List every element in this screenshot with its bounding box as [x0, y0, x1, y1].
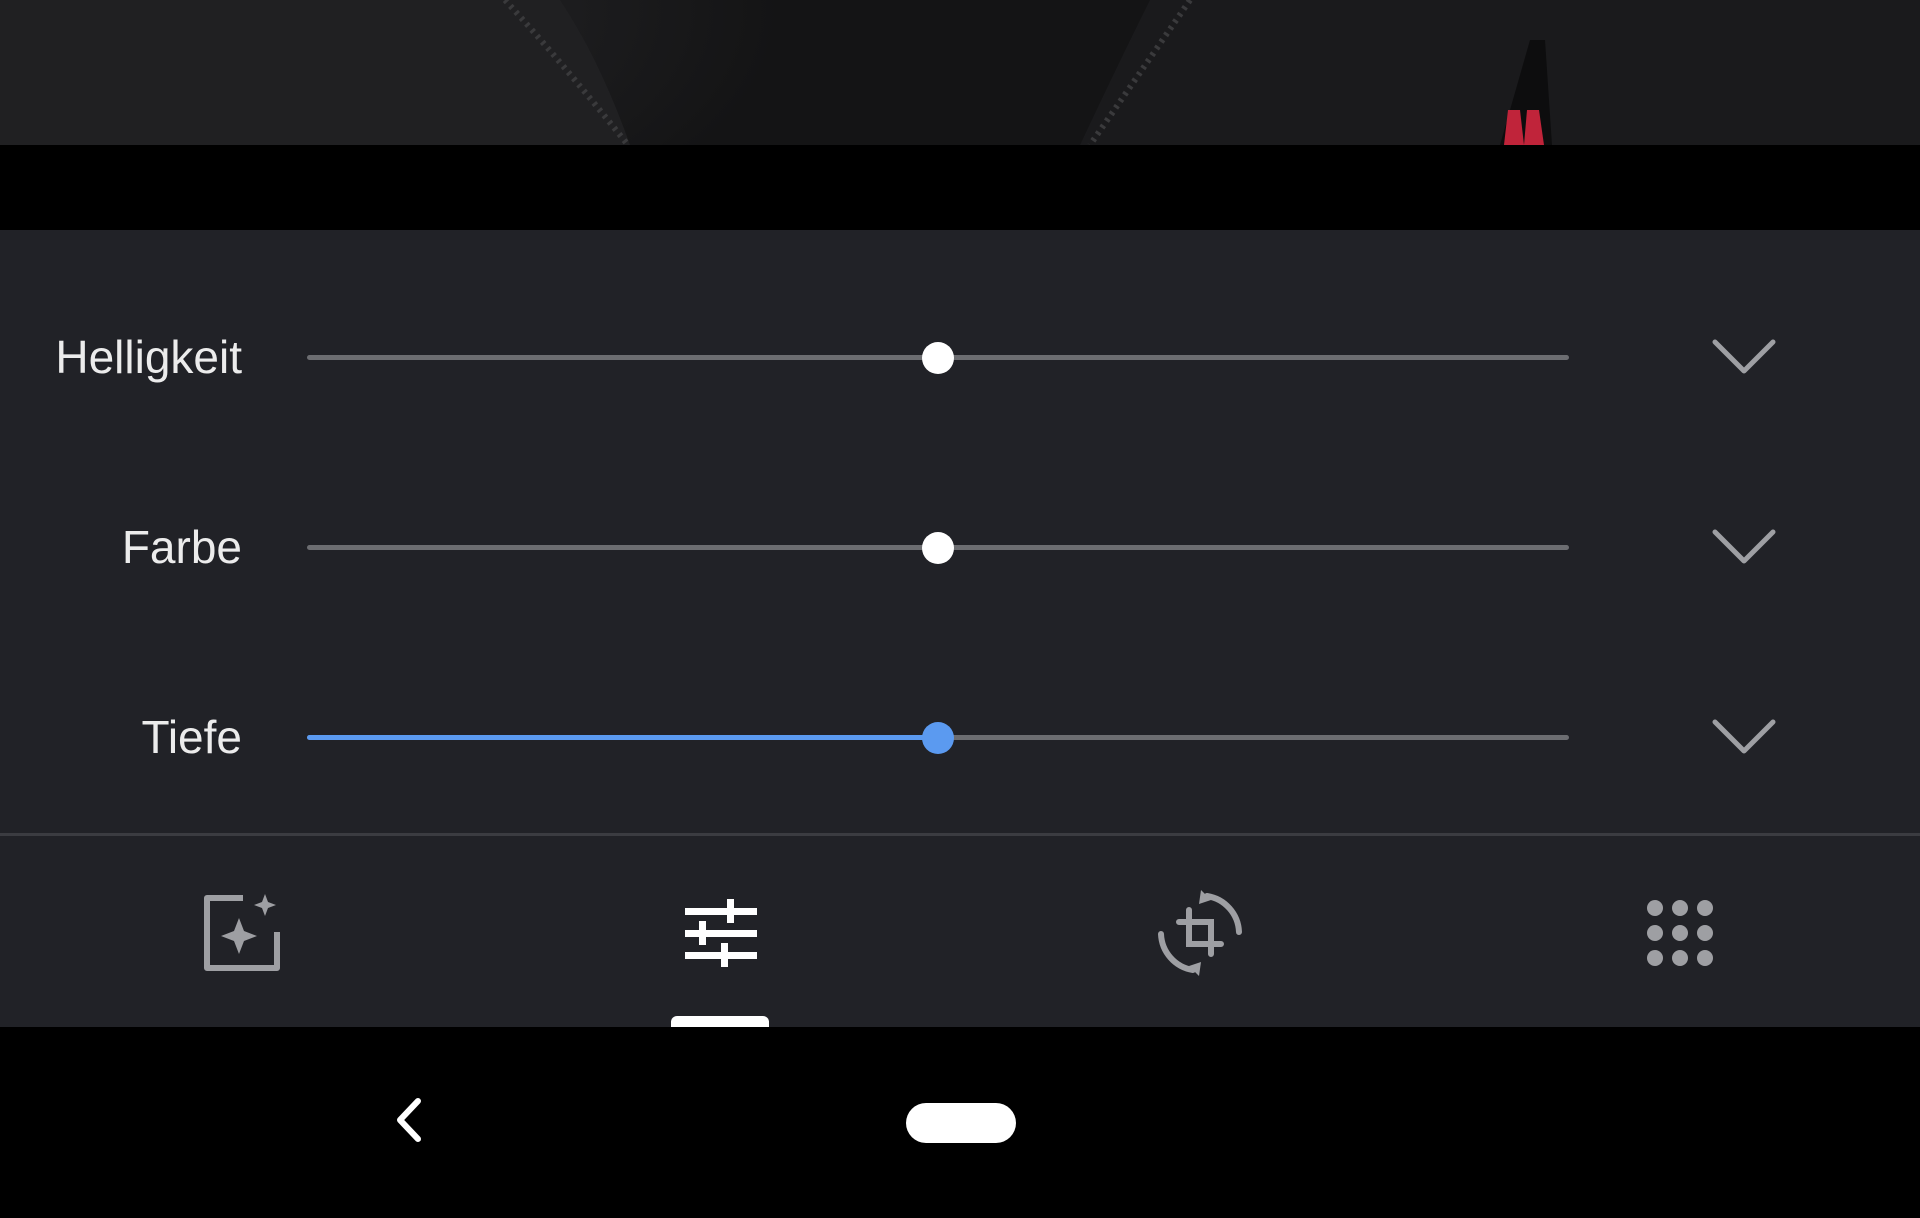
chevron-down-icon[interactable] [1712, 717, 1776, 757]
slider-thumb[interactable] [922, 341, 954, 374]
chevron-down-icon[interactable] [1712, 337, 1776, 377]
photo-editor-screen: Helligkeit Farbe Tiefe [0, 0, 1920, 1218]
auto-enhance-icon[interactable] [195, 888, 285, 978]
photo-preview [0, 0, 1920, 145]
slider-track[interactable] [307, 721, 1569, 754]
adjust-sliders-icon[interactable] [675, 888, 765, 978]
slider-label: Helligkeit [55, 331, 242, 383]
crop-rotate-icon[interactable] [1155, 888, 1245, 978]
slider-thumb[interactable] [922, 531, 954, 564]
preview-margin [0, 145, 1920, 230]
selected-tab-indicator [671, 1016, 769, 1027]
slider-track[interactable] [307, 341, 1569, 374]
adjust-panel: Helligkeit Farbe Tiefe [0, 230, 1920, 1027]
slider-track[interactable] [307, 531, 1569, 564]
home-pill-icon[interactable] [906, 1103, 1016, 1143]
slider-row-helligkeit: Helligkeit [0, 297, 1920, 417]
filters-grid-icon[interactable] [1635, 888, 1725, 978]
slider-label: Farbe [121, 521, 242, 573]
slider-label: Tiefe [141, 711, 242, 763]
slider-row-farbe: Farbe [0, 487, 1920, 607]
panel-divider [0, 833, 1920, 836]
slider-fill [307, 735, 938, 740]
chevron-down-icon[interactable] [1712, 527, 1776, 567]
back-chevron-icon[interactable] [388, 1093, 432, 1147]
slider-thumb[interactable] [922, 721, 954, 754]
slider-row-tiefe: Tiefe [0, 677, 1920, 797]
photo-preview-image [0, 0, 1920, 145]
